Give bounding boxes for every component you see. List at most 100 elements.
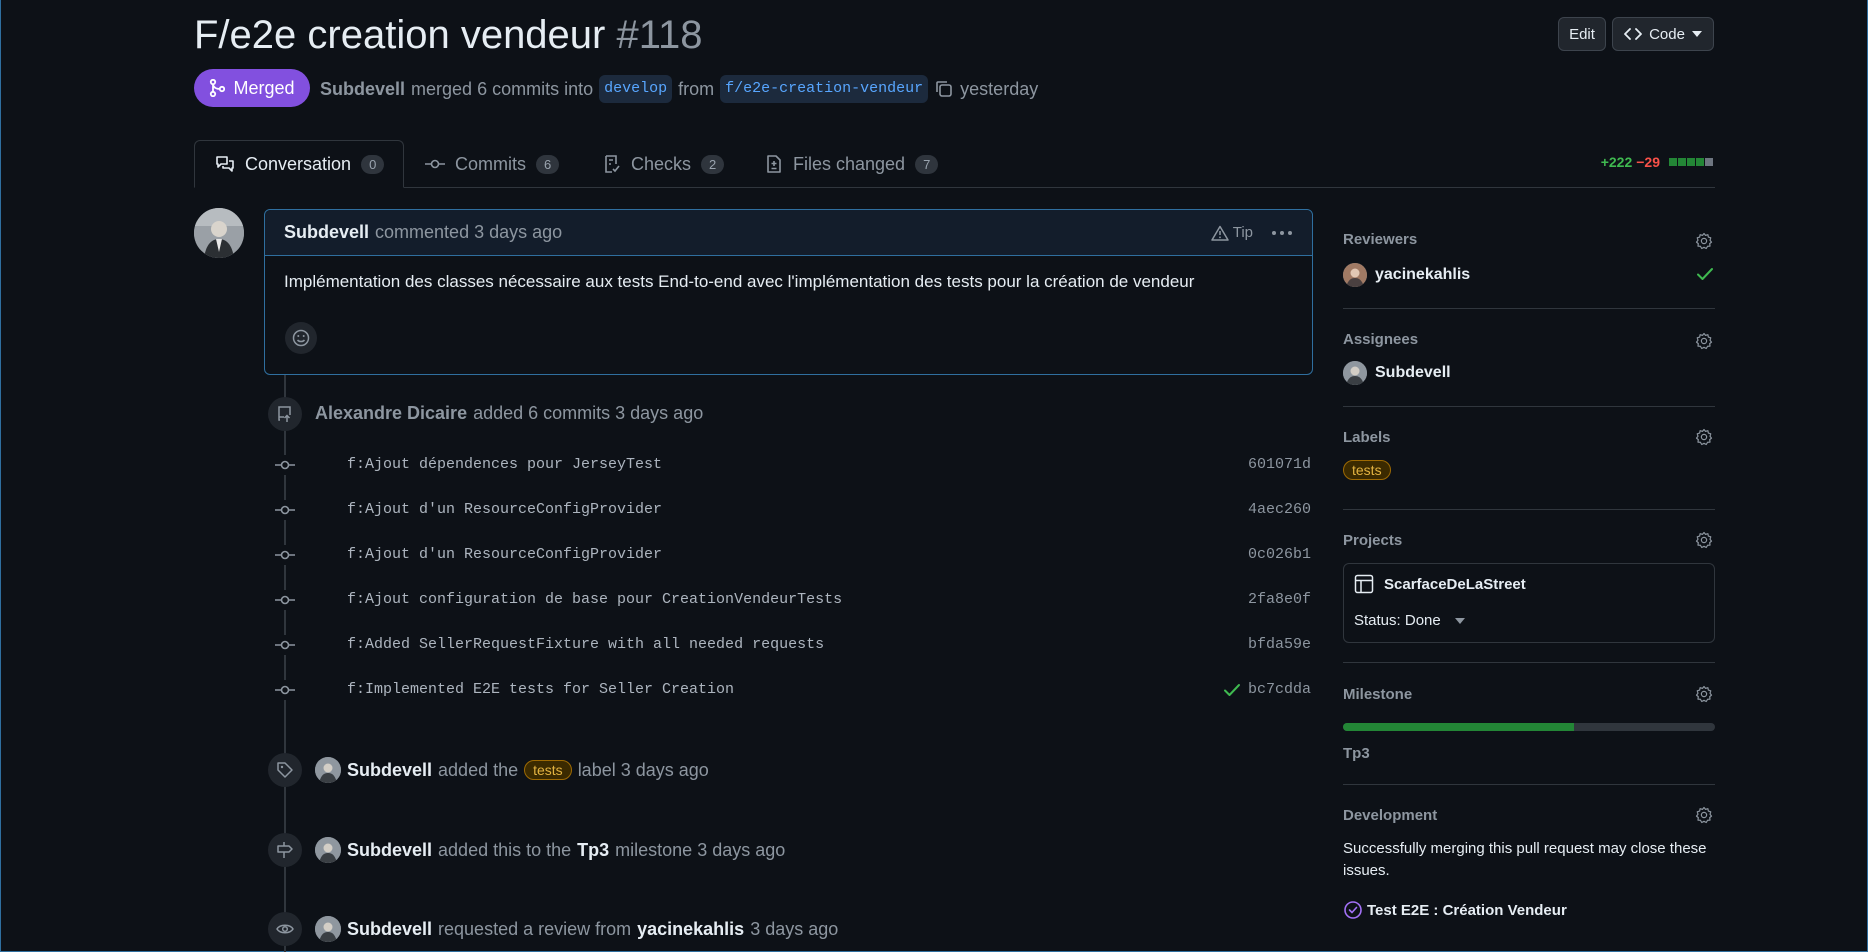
commit-sha[interactable]: bc7cdda — [1248, 681, 1311, 698]
gear-icon[interactable] — [1695, 531, 1713, 549]
reviewer-row[interactable]: yacinekahlis — [1343, 263, 1470, 287]
commit-message[interactable]: f:Ajout dépendences pour JerseyTest — [347, 456, 662, 473]
labels-title: Labels — [1343, 429, 1391, 446]
tab-commits[interactable]: Commits 6 — [405, 140, 579, 188]
label-event-pre: added the — [438, 759, 519, 780]
pr-number: #118 — [616, 13, 703, 57]
project-name: ScarfaceDeLaStreet — [1384, 575, 1526, 593]
label-event-post: label 3 days ago — [577, 759, 709, 780]
review-request-event — [268, 912, 302, 946]
from-text: from — [678, 79, 715, 99]
git-commit-icon — [275, 635, 295, 655]
projects-title: Projects — [1343, 532, 1403, 549]
gear-icon[interactable] — [1695, 428, 1713, 446]
avatar[interactable] — [315, 757, 341, 783]
git-commit-icon — [425, 157, 445, 171]
copy-icon[interactable] — [934, 79, 954, 99]
project-title-row[interactable]: ScarfaceDeLaStreet — [1354, 574, 1526, 594]
diffstat-bar — [1668, 158, 1713, 166]
commit-message[interactable]: f:Added SellerRequestFixture with all ne… — [347, 636, 824, 653]
tip-button[interactable]: Tip — [1210, 224, 1253, 241]
review-event-user[interactable]: yacinekahlis — [637, 919, 744, 940]
commit-sha[interactable]: bfda59e — [1248, 636, 1311, 653]
milestone-event-actor[interactable]: Subdevell — [347, 840, 432, 861]
smiley-icon — [292, 329, 310, 347]
checklist-icon — [603, 154, 621, 174]
gear-icon[interactable] — [1695, 685, 1713, 703]
sidebar-divider — [1343, 308, 1715, 309]
avatar[interactable] — [315, 916, 341, 942]
review-event-pre: requested a review from — [438, 918, 632, 939]
label-event-actor[interactable]: Subdevell — [347, 760, 432, 781]
commit-message[interactable]: f:Implemented E2E tests for Seller Creat… — [347, 681, 734, 698]
tab-checks-count: 2 — [701, 154, 725, 174]
git-commit-icon — [275, 545, 295, 565]
review-event-post: 3 days ago — [750, 918, 839, 939]
comment-author[interactable]: Subdevell — [284, 222, 369, 243]
commit-sha[interactable]: 0c026b1 — [1248, 546, 1311, 563]
tab-conversation-label: Conversation — [245, 153, 352, 174]
file-diff-icon — [765, 154, 783, 174]
milestone-event-name[interactable]: Tp3 — [577, 840, 609, 861]
commit-message[interactable]: f:Ajout d'un ResourceConfigProvider — [347, 501, 662, 518]
repo-push-event — [268, 397, 302, 431]
commit-sha[interactable]: 2fa8e0f — [1248, 591, 1311, 608]
commit-status-and-sha: bc7cdda — [1223, 681, 1311, 698]
project-card: ScarfaceDeLaStreet Status: Done — [1343, 563, 1715, 643]
sidebar-label-tests[interactable]: tests — [1343, 460, 1391, 480]
pr-title: F/e2e creation vendeur #118 — [194, 10, 703, 60]
comment-header: Subdevell commented 3 days ago Tip — [265, 210, 1312, 256]
assignee-row[interactable]: Subdevell — [1343, 361, 1451, 385]
merge-author-link[interactable]: Subdevell — [320, 77, 405, 101]
git-commit-icon — [275, 680, 295, 700]
add-reaction-button[interactable] — [285, 322, 317, 354]
git-commit-icon — [275, 455, 295, 475]
label-added-event: Subdevell added the tests label 3 days a… — [315, 757, 709, 783]
reviewers-title: Reviewers — [1343, 231, 1418, 248]
commit-message[interactable]: f:Ajout d'un ResourceConfigProvider — [347, 546, 662, 563]
git-commit-icon — [275, 590, 295, 610]
review-event-actor[interactable]: Subdevell — [347, 919, 432, 940]
milestone-name[interactable]: Tp3 — [1343, 745, 1370, 762]
commit-message[interactable]: f:Ajout configuration de base pour Creat… — [347, 591, 842, 608]
tab-files-changed-count: 7 — [915, 154, 939, 174]
development-title: Development — [1343, 807, 1438, 824]
head-branch[interactable]: f/e2e-creation-vendeur — [720, 75, 929, 103]
commits-added-text: added 6 commits 3 days ago — [473, 403, 704, 423]
code-button[interactable]: Code — [1612, 17, 1714, 51]
avatar[interactable] — [315, 837, 341, 863]
tab-files-changed-label: Files changed — [793, 153, 906, 174]
avatar — [1343, 263, 1367, 287]
kebab-horizontal-icon[interactable] — [1271, 230, 1293, 236]
commits-actor[interactable]: Alexandre Dicaire — [315, 403, 467, 424]
tab-conversation[interactable]: Conversation 0 — [194, 140, 404, 188]
commit-sha[interactable]: 601071d — [1248, 456, 1311, 473]
tab-files-changed[interactable]: Files changed 7 — [745, 140, 958, 188]
label-event — [268, 753, 302, 787]
merge-summary: Subdevell merged 6 commits into develop … — [320, 75, 1038, 103]
commit-sha[interactable]: 4aec260 — [1248, 501, 1311, 518]
commits-added-event: Alexandre Dicaire added 6 commits 3 days… — [315, 403, 703, 424]
linked-issue-title: Test E2E : Création Vendeur — [1367, 901, 1567, 919]
check-icon[interactable] — [1223, 683, 1240, 697]
table-icon — [1354, 574, 1374, 594]
label-tests-chip[interactable]: tests — [524, 760, 572, 780]
tab-checks[interactable]: Checks 2 — [583, 140, 744, 188]
project-status: Status: Done — [1354, 612, 1441, 629]
linked-issue[interactable]: Test E2E : Création Vendeur — [1343, 900, 1567, 920]
gear-icon[interactable] — [1695, 332, 1713, 350]
gear-icon[interactable] — [1695, 232, 1713, 250]
edit-button[interactable]: Edit — [1558, 17, 1606, 51]
eye-icon — [276, 922, 294, 936]
comment-meta[interactable]: commented 3 days ago — [375, 222, 562, 243]
comment-author-avatar[interactable] — [194, 208, 244, 258]
diffstat: +222 −29 — [1601, 154, 1713, 170]
merge-icon — [209, 79, 226, 97]
gear-icon[interactable] — [1695, 806, 1713, 824]
project-status-dropdown[interactable]: Status: Done — [1354, 612, 1465, 629]
base-branch[interactable]: develop — [599, 75, 673, 103]
review-requested-event: Subdevell requested a review from yacine… — [315, 916, 838, 942]
diffstat-deletions: −29 — [1636, 154, 1660, 170]
merged-state-label: Merged — [233, 77, 295, 98]
milestone-event-post: milestone 3 days ago — [615, 839, 786, 860]
